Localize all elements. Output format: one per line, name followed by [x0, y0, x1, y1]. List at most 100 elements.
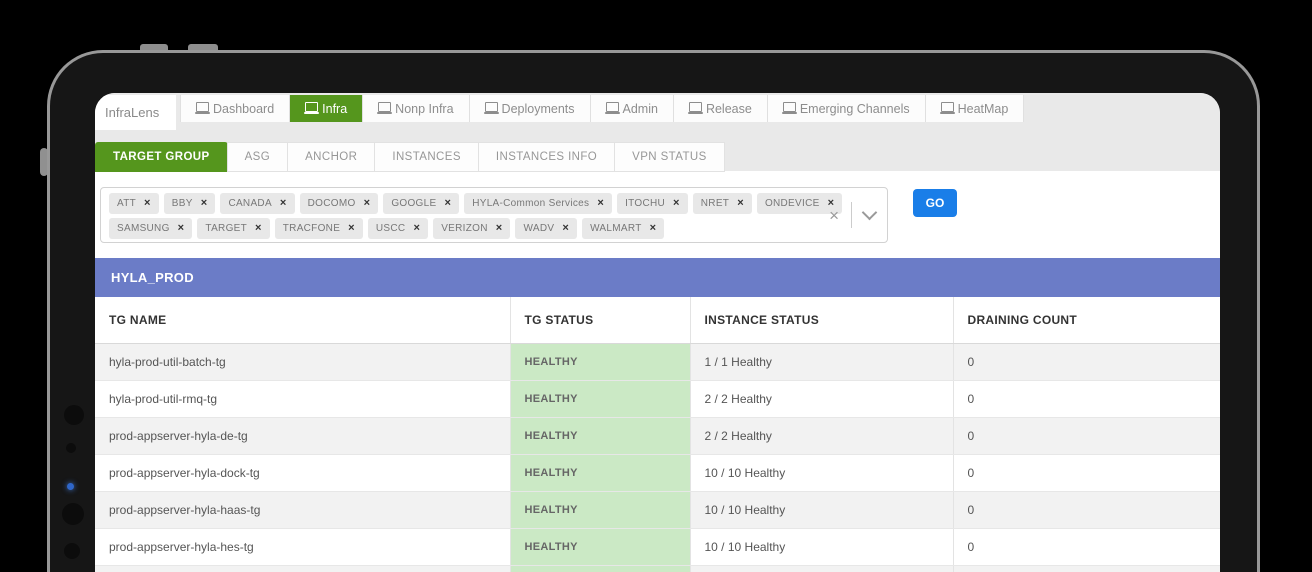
instance-status-cell: 2 / 2 Healthy [690, 381, 953, 418]
tag-remove-icon[interactable]: × [673, 198, 680, 209]
draining-count-cell: 0 [953, 529, 1220, 566]
sub-tab[interactable]: ASG [227, 142, 289, 172]
camera-icon [62, 503, 84, 525]
nav-tab-label: Admin [623, 102, 658, 116]
selected-tag: GOOGLE × [383, 193, 459, 214]
tag-label: ONDEVICE [765, 198, 820, 209]
nav-tab[interactable]: HeatMap [926, 95, 1025, 122]
tg-name-cell: prod-appserver-hyla-haas-tg [95, 492, 510, 529]
sub-tab[interactable]: VPN STATUS [614, 142, 725, 172]
laptop-icon [606, 102, 619, 112]
camera-glint-icon [67, 483, 74, 490]
laptop-icon [378, 102, 391, 112]
section-header: HYLA_PROD [95, 258, 1220, 297]
col-header-tg-status: TG STATUS [510, 297, 690, 344]
tag-remove-icon[interactable]: × [562, 223, 569, 234]
app-logo[interactable]: InfraLens [95, 95, 176, 130]
tg-status-cell: HEALTHY [510, 418, 690, 455]
tag-label: TARGET [205, 223, 247, 234]
draining-count-cell: 0 [953, 344, 1220, 381]
nav-tab[interactable]: Emerging Channels [768, 95, 926, 122]
nav-tab-label: Emerging Channels [800, 102, 910, 116]
selected-tag: BBY × [164, 193, 216, 214]
sensor-icon [64, 543, 80, 559]
nav-tab[interactable]: Dashboard [180, 95, 290, 122]
sensor-icon [66, 443, 76, 453]
chevron-down-icon[interactable] [862, 205, 878, 221]
laptop-icon [196, 102, 209, 112]
tag-label: ITOCHU [625, 198, 665, 209]
tag-label: HYLA-Common Services [472, 198, 589, 209]
nav-tab-label: HeatMap [958, 102, 1009, 116]
laptop-icon [689, 102, 702, 112]
target-group-table: TG NAME TG STATUS INSTANCE STATUS DRAINI… [95, 297, 1220, 572]
tg-status-cell: HEALTHY [510, 344, 690, 381]
nav-tab[interactable]: Admin [591, 95, 674, 122]
tag-remove-icon[interactable]: × [496, 223, 503, 234]
nav-tab[interactable]: Infra [290, 95, 363, 122]
tablet-frame: InfraLens Dashboard Infra Nonp Infra Dep… [47, 50, 1260, 572]
tg-name-cell: hyla-prod-util-rmq-tg [95, 381, 510, 418]
sub-tab[interactable]: TARGET GROUP [95, 142, 228, 172]
instance-status-cell: 10 / 10 Healthy [690, 529, 953, 566]
tag-remove-icon[interactable]: × [413, 223, 420, 234]
col-header-draining-count: DRAINING COUNT [953, 297, 1220, 344]
main-nav: Dashboard Infra Nonp Infra Deployments A… [180, 95, 1024, 122]
tag-remove-icon[interactable]: × [178, 223, 185, 234]
app-screen: InfraLens Dashboard Infra Nonp Infra Dep… [95, 93, 1220, 572]
table-row: hyla-prod-util-rmq-tg HEALTHY 2 / 2 Heal… [95, 381, 1220, 418]
table-row: prod-appserver-hyla-haas-tg HEALTHY 10 /… [95, 492, 1220, 529]
tag-remove-icon[interactable]: × [280, 198, 287, 209]
tg-name-cell: prod-appserver-hyla-de-tg [95, 418, 510, 455]
selected-tag: NRET × [693, 193, 752, 214]
tag-remove-icon[interactable]: × [144, 198, 151, 209]
instance-status-cell: 10 / 10 Healthy [690, 566, 953, 572]
target-group-multiselect[interactable]: ATT × BBY × CANADA × DOCOMO × GOOGLE × H… [100, 187, 888, 243]
col-header-instance-status: INSTANCE STATUS [690, 297, 953, 344]
tag-label: BBY [172, 198, 193, 209]
tg-status-cell: HEALTHY [510, 529, 690, 566]
tag-remove-icon[interactable]: × [201, 198, 208, 209]
tag-label: ATT [117, 198, 136, 209]
tg-name-cell: prod-appserver-hyla-hes-tg [95, 529, 510, 566]
selected-tag: CANADA × [220, 193, 294, 214]
selected-tag: TRACFONE × [275, 218, 363, 239]
go-button[interactable]: GO [913, 189, 957, 217]
instance-status-cell: 10 / 10 Healthy [690, 492, 953, 529]
sub-tab-label: VPN STATUS [632, 151, 707, 163]
tag-row: SAMSUNG × TARGET × TRACFONE × USCC × VER… [109, 218, 879, 239]
nav-tab-label: Dashboard [213, 102, 274, 116]
tg-status-cell: HEALTHY [510, 455, 690, 492]
nav-tab[interactable]: Deployments [470, 95, 591, 122]
sub-tab[interactable]: INSTANCES INFO [478, 142, 615, 172]
sub-tab[interactable]: ANCHOR [287, 142, 375, 172]
laptop-icon [941, 102, 954, 112]
tag-remove-icon[interactable]: × [650, 223, 657, 234]
tag-remove-icon[interactable]: × [364, 198, 371, 209]
selected-tag: TARGET × [197, 218, 269, 239]
selected-tag: WADV × [515, 218, 577, 239]
selected-tag: HYLA-Common Services × [464, 193, 612, 214]
selected-tag: USCC × [368, 218, 428, 239]
tag-remove-icon[interactable]: × [348, 223, 355, 234]
nav-tab[interactable]: Release [674, 95, 768, 122]
selected-tag: VERIZON × [433, 218, 510, 239]
tag-remove-icon[interactable]: × [444, 198, 451, 209]
multiselect-controls: × [829, 202, 875, 228]
table-row: prod-appserver-hyla-de-tg HEALTHY 2 / 2 … [95, 418, 1220, 455]
tag-remove-icon[interactable]: × [737, 198, 744, 209]
tag-remove-icon[interactable]: × [597, 198, 604, 209]
selected-tag: ITOCHU × [617, 193, 688, 214]
selected-tag: WALMART × [582, 218, 664, 239]
tag-label: TRACFONE [283, 223, 340, 234]
selected-tag: DOCOMO × [300, 193, 379, 214]
tg-name-cell: hyla-prod-util-batch-tg [95, 344, 510, 381]
sub-tab[interactable]: INSTANCES [374, 142, 479, 172]
tag-label: CANADA [228, 198, 271, 209]
clear-all-icon[interactable]: × [829, 207, 839, 224]
tag-label: WADV [523, 223, 554, 234]
sub-nav: TARGET GROUP ASG ANCHOR INSTANCES INSTAN… [95, 142, 724, 172]
nav-tab[interactable]: Nonp Infra [363, 95, 469, 122]
table-row: hyla-prod-util-batch-tg HEALTHY 1 / 1 He… [95, 344, 1220, 381]
tag-remove-icon[interactable]: × [255, 223, 262, 234]
